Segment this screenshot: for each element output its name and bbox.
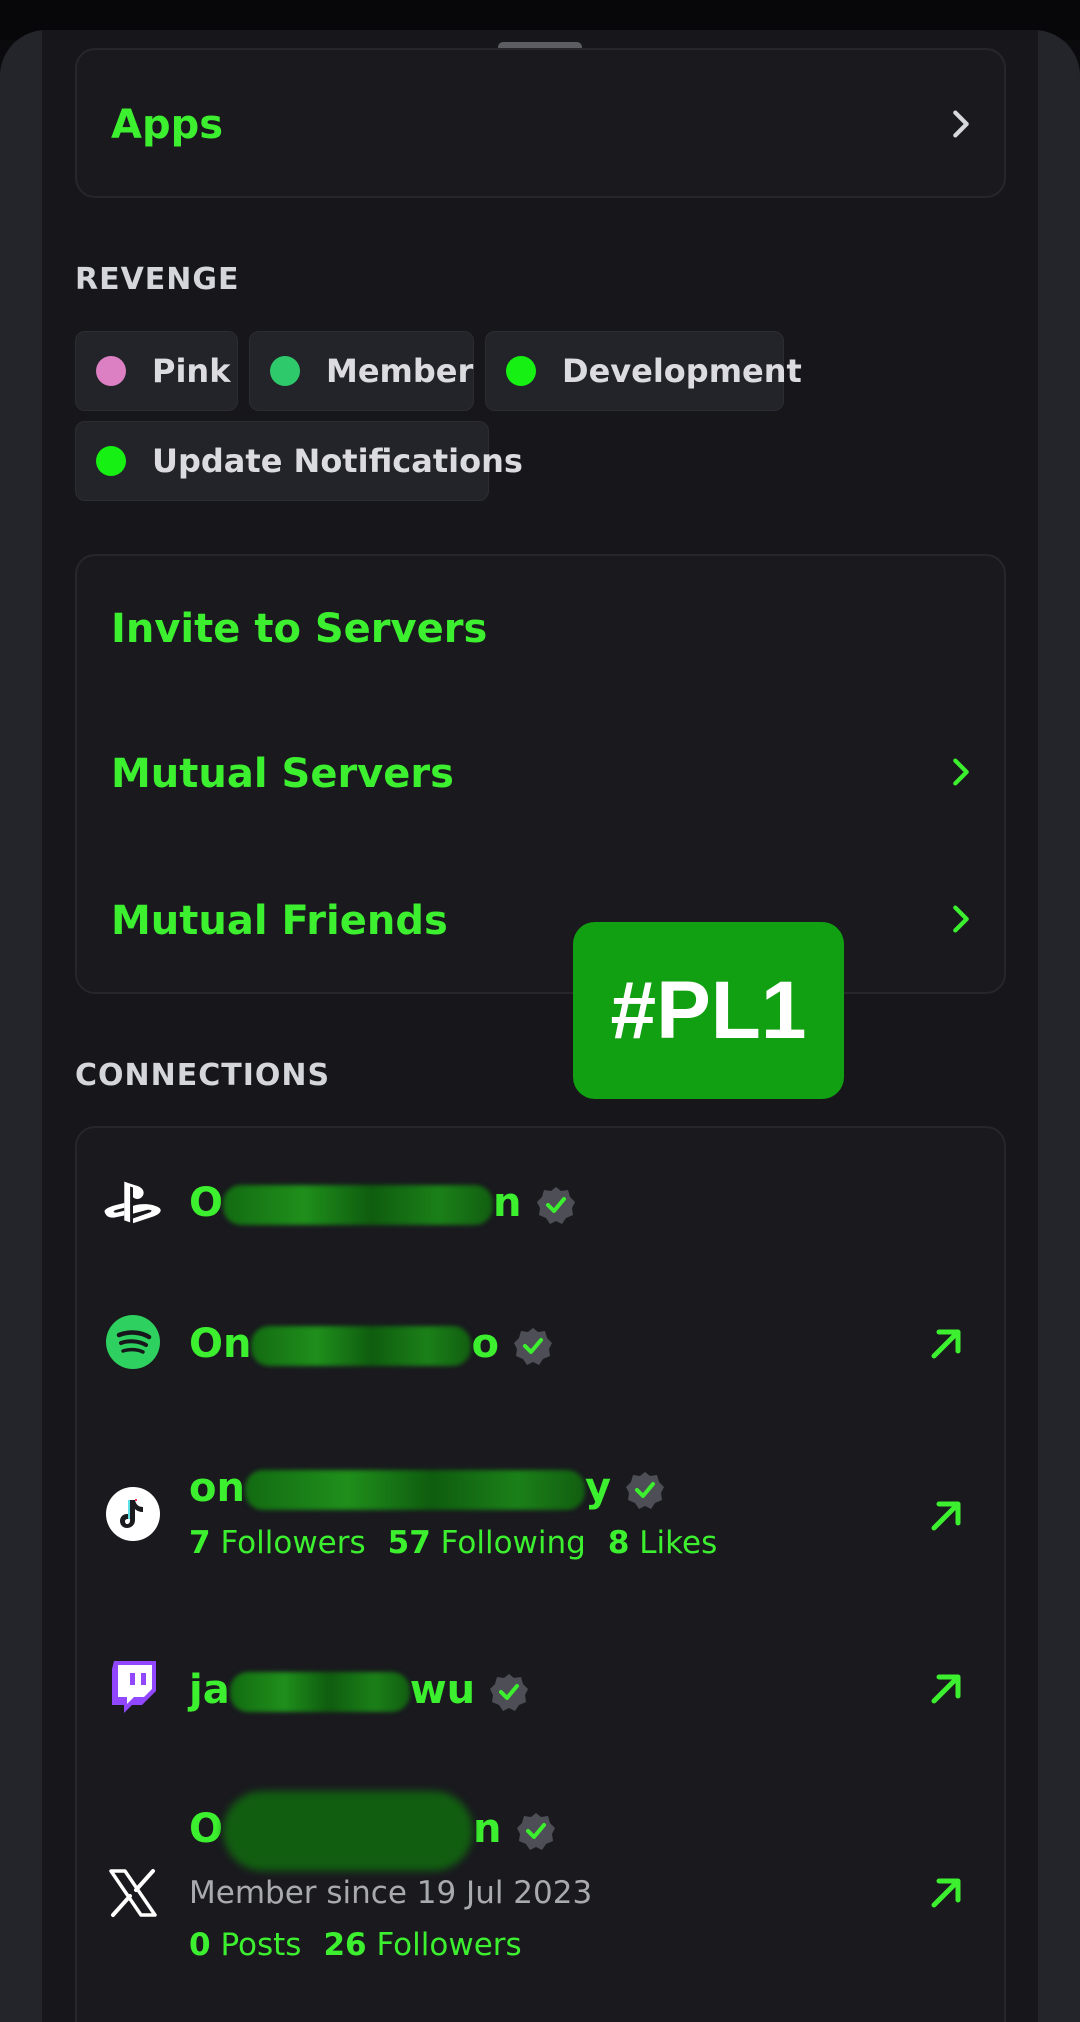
chevron-right-icon bbox=[953, 110, 969, 138]
apps-title: Apps bbox=[111, 102, 224, 148]
redacted-blur bbox=[223, 1185, 494, 1225]
connection-name: on y bbox=[189, 1465, 665, 1511]
connection-tiktok[interactable]: on y 7 Followers 57 Following 8 Likes bbox=[77, 1428, 1004, 1608]
role-color-dot bbox=[506, 356, 536, 386]
role-pill: Development bbox=[485, 331, 802, 411]
connection-name: On bbox=[189, 1180, 576, 1226]
chevron-right-icon bbox=[953, 758, 969, 786]
connection-playstation[interactable]: On bbox=[77, 1128, 1004, 1273]
connection-name: On bbox=[189, 1791, 556, 1871]
x-icon bbox=[103, 1863, 163, 1923]
role-color-dot bbox=[96, 356, 126, 386]
external-link-icon[interactable] bbox=[926, 1669, 966, 1709]
tiktok-icon bbox=[103, 1484, 163, 1544]
playstation-icon bbox=[103, 1172, 163, 1232]
chevron-right-icon bbox=[953, 905, 969, 933]
verified-badge-icon bbox=[536, 1187, 575, 1224]
role-label: Member bbox=[326, 352, 474, 390]
role-label: Update Notifications bbox=[152, 442, 523, 480]
invite-to-servers-row[interactable]: Invite to Servers bbox=[77, 556, 1004, 696]
connections-heading: CONNECTIONS bbox=[75, 1058, 331, 1093]
spotify-icon bbox=[103, 1312, 163, 1372]
invite-to-servers-label: Invite to Servers bbox=[111, 606, 488, 652]
role-color-dot bbox=[96, 446, 126, 476]
connection-spotify[interactable]: On o bbox=[77, 1268, 1004, 1418]
verified-badge-icon bbox=[626, 1472, 665, 1509]
redacted-blur bbox=[229, 1672, 410, 1712]
verified-badge-icon bbox=[513, 1328, 552, 1365]
mutual-servers-row[interactable]: Mutual Servers bbox=[77, 701, 1004, 841]
mutual-friends-label: Mutual Friends bbox=[111, 898, 448, 944]
redacted-blur bbox=[251, 1326, 472, 1366]
apps-row[interactable]: Apps bbox=[75, 48, 1006, 198]
connections-card: On On o on y 7 Followers 57 Following 8 … bbox=[75, 1126, 1006, 2022]
mutual-friends-row[interactable]: Mutual Friends bbox=[77, 848, 1004, 988]
connection-name: On o bbox=[189, 1321, 553, 1367]
role-label: Development bbox=[562, 352, 802, 390]
role-pill: Update Notifications bbox=[75, 421, 523, 501]
redacted-blur bbox=[244, 1470, 585, 1510]
role-pill: Pink bbox=[75, 331, 238, 411]
external-link-icon[interactable] bbox=[926, 1496, 966, 1536]
x-stats: 0 Posts 26 Followers bbox=[189, 1927, 522, 1963]
roles-heading: REVENGE bbox=[75, 262, 240, 297]
actions-card: Invite to Servers Mutual Servers Mutual … bbox=[75, 554, 1006, 994]
twitch-icon bbox=[103, 1657, 163, 1717]
connection-x[interactable]: On Member since 19 Jul 2023 0 Posts 26 Fo… bbox=[77, 1773, 1004, 1993]
role-color-dot bbox=[270, 356, 300, 386]
member-since: Member since 19 Jul 2023 bbox=[189, 1875, 593, 1911]
role-label: Pink bbox=[152, 352, 231, 390]
connection-twitch[interactable]: ja wu bbox=[77, 1613, 1004, 1763]
redacted-blur bbox=[223, 1791, 474, 1871]
tiktok-stats: 7 Followers 57 Following 8 Likes bbox=[189, 1525, 718, 1561]
external-link-icon[interactable] bbox=[926, 1324, 966, 1364]
verified-badge-icon bbox=[490, 1674, 529, 1711]
external-link-icon[interactable] bbox=[926, 1873, 966, 1913]
verified-badge-icon bbox=[516, 1813, 555, 1850]
mutual-servers-label: Mutual Servers bbox=[111, 751, 454, 797]
connection-name: ja wu bbox=[189, 1667, 529, 1713]
role-pill: Member bbox=[249, 331, 474, 411]
overlay-tag: #PL1 bbox=[573, 922, 844, 1099]
